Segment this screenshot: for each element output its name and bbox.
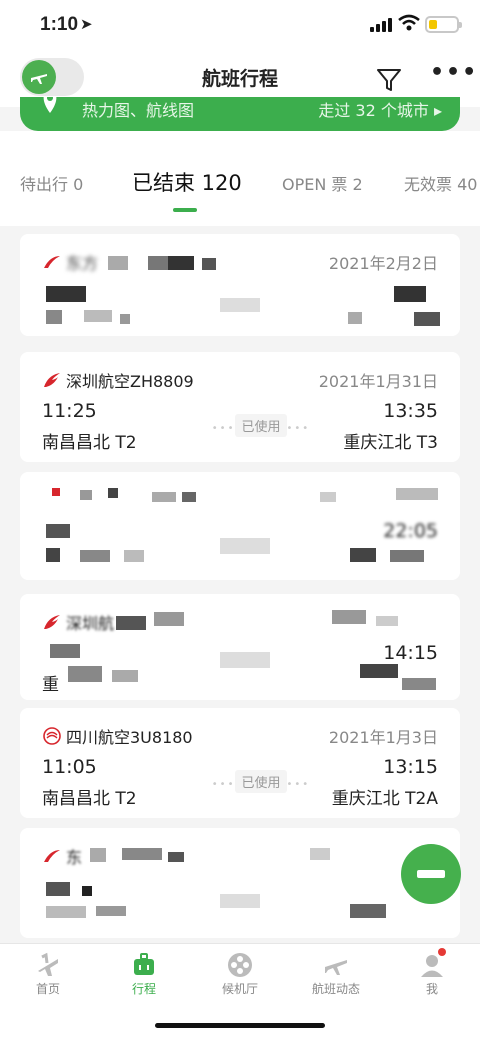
departure-airport: 南昌昌北 T2 (42, 433, 137, 453)
nav-profile[interactable]: 我 (384, 950, 480, 997)
tab-upcoming[interactable]: 待出行 0 (20, 171, 83, 195)
tab-invalid[interactable]: 无效票 40 (404, 171, 477, 195)
departure-airport: 重 (42, 675, 59, 695)
flight-date: 2021年1月3日 (328, 728, 438, 747)
add-trip-fab[interactable] (401, 844, 461, 904)
airline-name: 深圳航 (42, 610, 114, 634)
departure-time: 11:05 (42, 756, 97, 778)
battery-icon (425, 16, 462, 33)
film-reel-icon (192, 950, 288, 980)
arrival-time: 13:35 (383, 400, 438, 422)
trip-card[interactable]: 东 (20, 828, 460, 938)
sichuan-airlines-logo-icon (43, 727, 61, 745)
trip-card[interactable]: 东方 2021年2月2日 (20, 234, 460, 336)
arrival-airport: 重庆江北 T2A (331, 789, 438, 809)
arrival-time: 22:05 (383, 520, 438, 542)
suitcase-icon (96, 950, 192, 980)
china-eastern-logo-icon (44, 850, 60, 862)
map-pin-icon (43, 97, 57, 113)
wifi-icon (398, 14, 420, 31)
more-icon[interactable]: ••• (430, 60, 478, 85)
airline-name: 东 (42, 844, 82, 868)
add-icon (417, 870, 445, 878)
trip-card[interactable]: 深圳航空ZH8809 2021年1月31日 11:25 13:35 南昌昌北 T… (20, 352, 460, 462)
home-indicator (155, 1023, 325, 1028)
banner-right-text: 走过 32 个城市 ▸ (318, 101, 442, 120)
departure-airport: 南昌昌北 T2 (42, 789, 137, 809)
notification-dot (438, 948, 446, 956)
ticket-status: ••• 已使用 ••• (206, 770, 316, 793)
tab-finished[interactable]: 已结束 120 (132, 167, 242, 197)
flight-date: 2021年2月2日 (328, 254, 438, 273)
arrival-airport: 重庆江北 T3 (343, 433, 438, 453)
airline-name: 东方 (42, 250, 98, 274)
trip-card[interactable]: 四川航空3U8180 2021年1月3日 11:05 13:15 南昌昌北 T2… (20, 708, 460, 818)
status-time: 1:10 (40, 14, 79, 35)
airline-name: 深圳航空ZH8809 (42, 368, 194, 392)
trip-card[interactable]: 深圳航 14:15 重 (20, 594, 460, 700)
nav-trips[interactable]: 行程 (96, 950, 192, 997)
nav-home[interactable]: 首页 (0, 950, 96, 997)
shenzhen-airlines-logo-icon (44, 615, 60, 629)
china-eastern-logo-icon (44, 256, 60, 268)
home-icon (0, 950, 96, 980)
location-arrow-icon: ➤ (80, 15, 93, 33)
airline-name: 四川航空3U8180 (42, 724, 193, 748)
user-icon (384, 950, 480, 980)
airplane-icon (288, 950, 384, 980)
nav-lounge[interactable]: 候机厅 (192, 950, 288, 997)
arrival-time: 14:15 (383, 642, 438, 664)
tab-bar: 待出行 0 已结束 120 OPEN 票 2 无效票 40 (0, 131, 480, 226)
page-title: 航班行程 (201, 68, 278, 90)
departure-time: 11:25 (42, 400, 97, 422)
nav-flight-status[interactable]: 航班动态 (288, 950, 384, 997)
signal-icon (370, 18, 392, 32)
filter-icon[interactable] (376, 67, 402, 93)
status-bar: 1:10 ➤ (0, 0, 480, 52)
active-tab-indicator (173, 208, 197, 212)
trip-card[interactable]: 22:05 (20, 472, 460, 580)
shenzhen-airlines-logo-icon (44, 373, 60, 387)
ticket-status: ••• 已使用 ••• (206, 414, 316, 437)
footprint-banner[interactable]: 热力图、航线图 走过 32 个城市 ▸ (20, 97, 460, 131)
tab-open-ticket[interactable]: OPEN 票 2 (282, 171, 363, 195)
banner-left-text: 热力图、航线图 (82, 101, 195, 120)
flight-date: 2021年1月31日 (318, 372, 438, 391)
arrival-time: 13:15 (383, 756, 438, 778)
